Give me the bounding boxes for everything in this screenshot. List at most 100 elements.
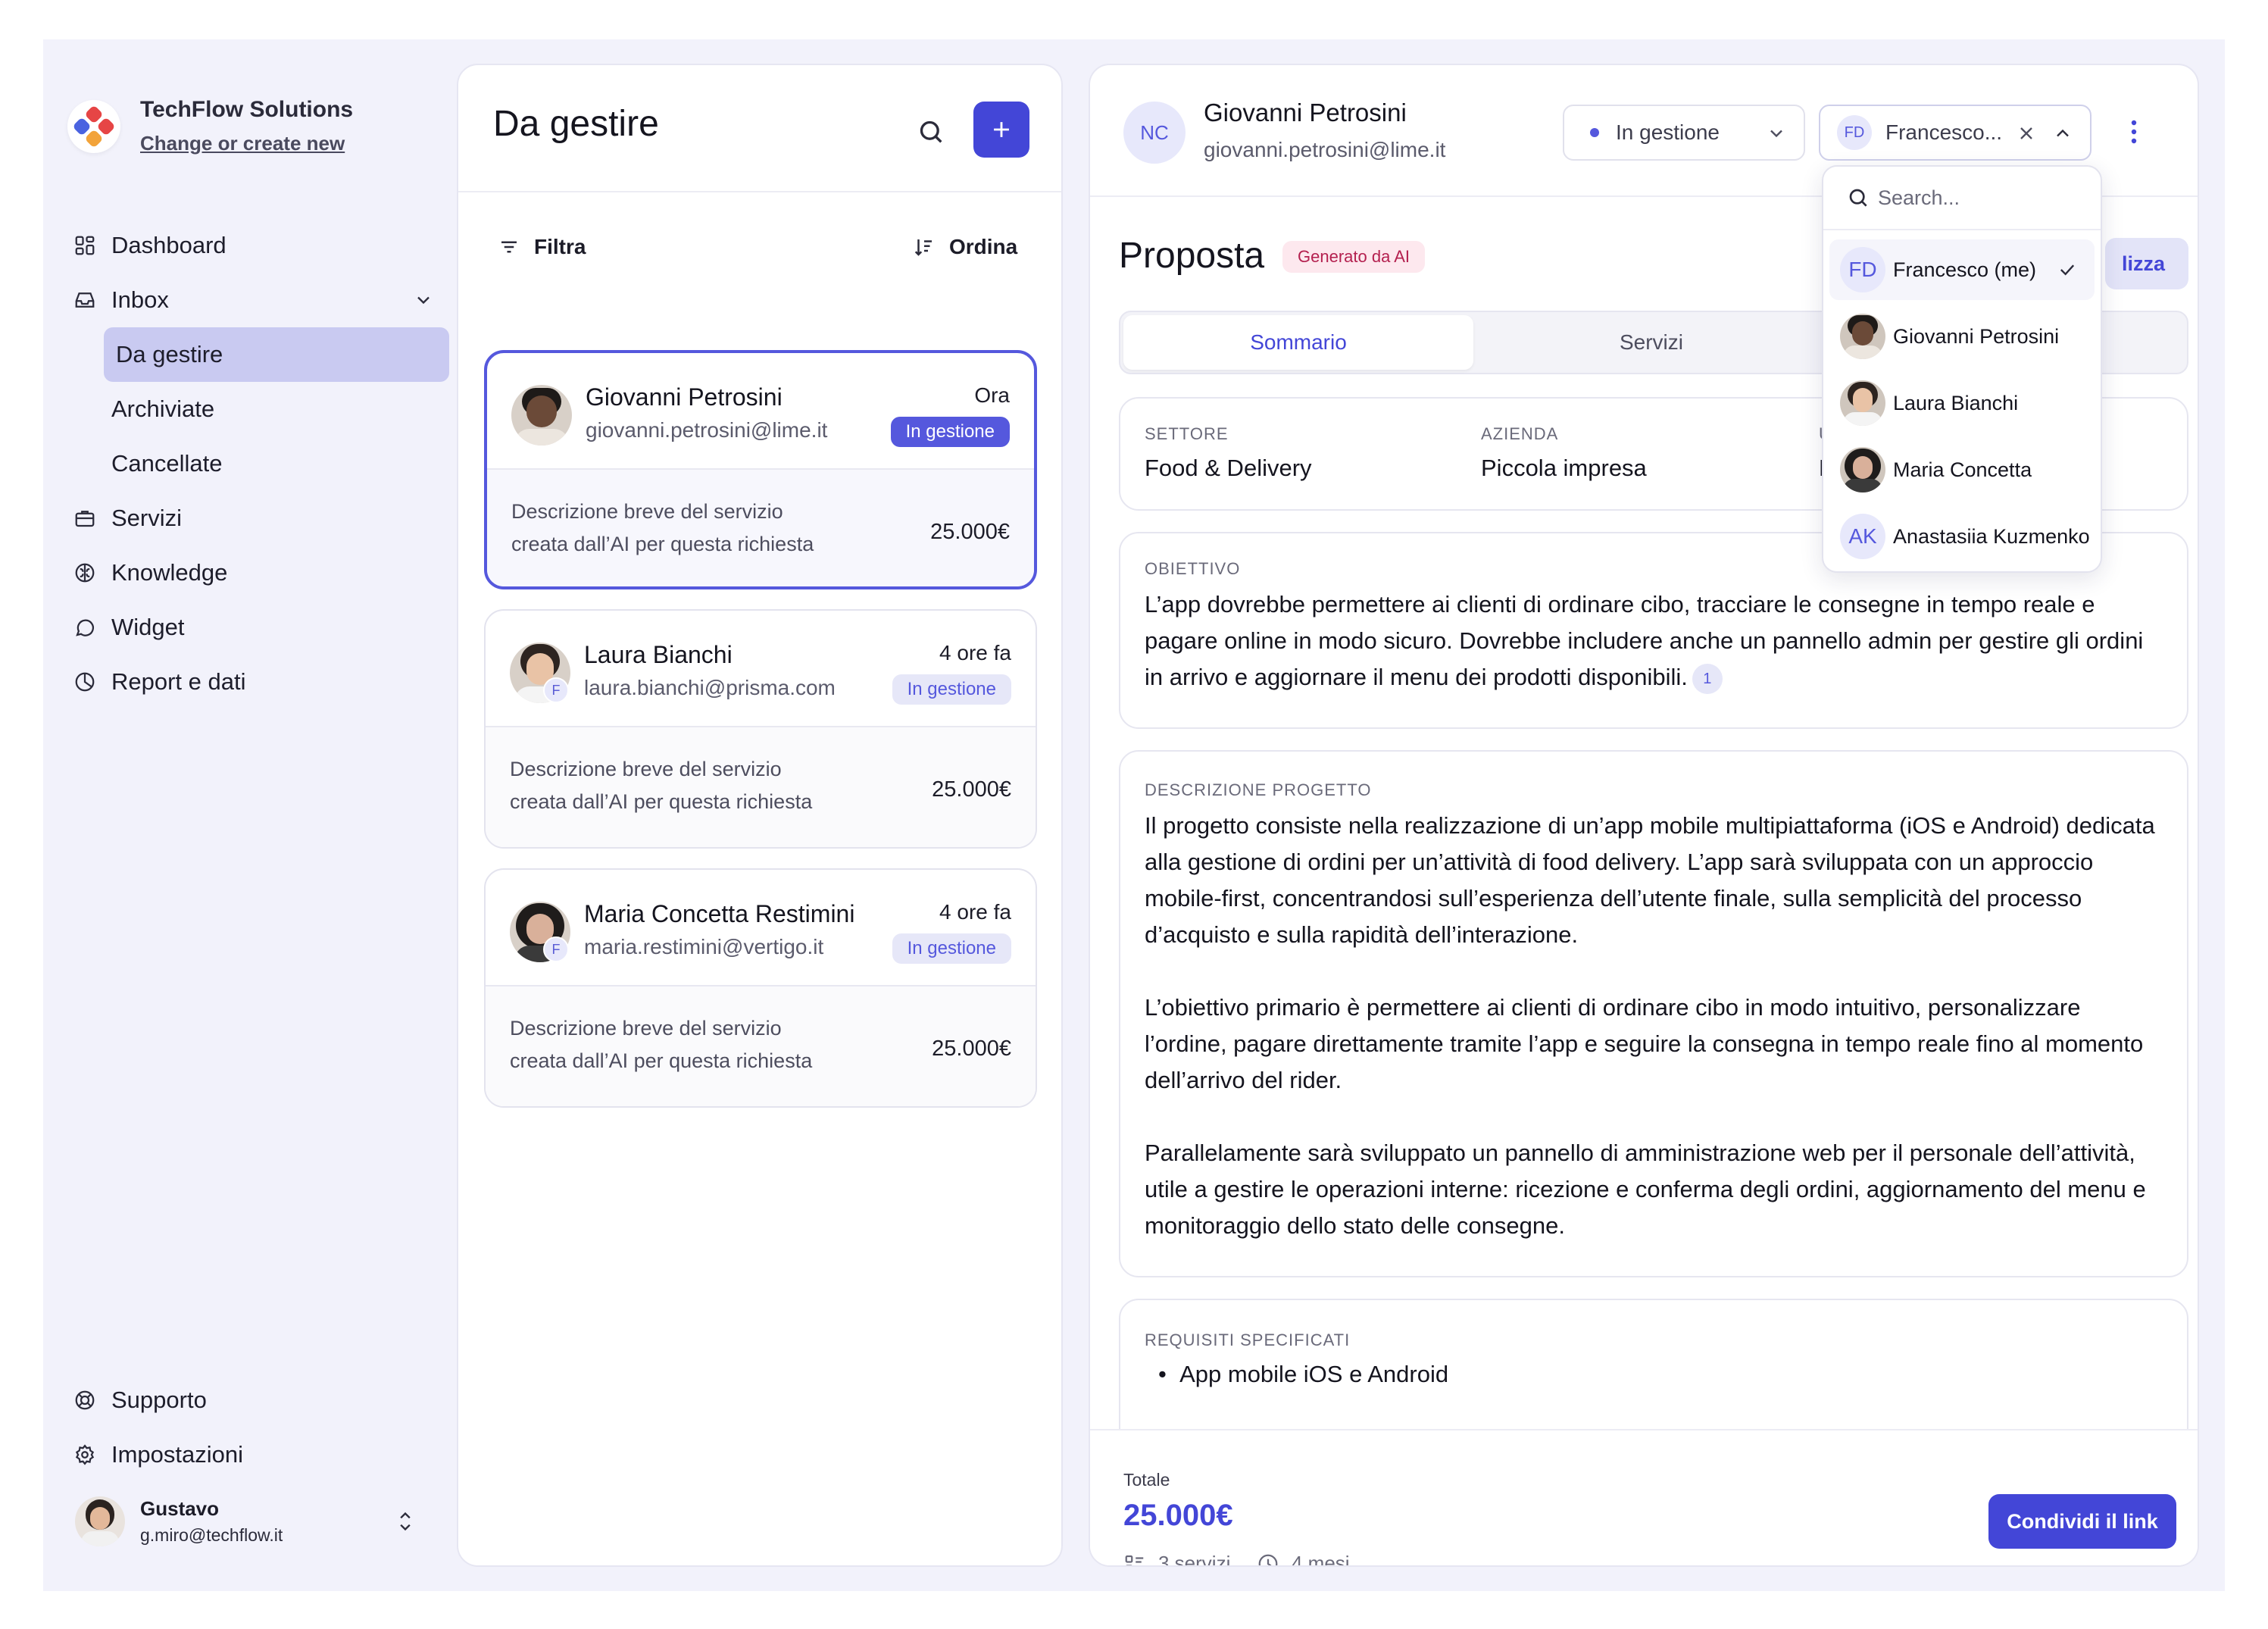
tab-servizi[interactable]: Servizi: [1476, 315, 1826, 370]
contact-name: Giovanni Petrosini: [586, 383, 783, 411]
avatar: [75, 1496, 125, 1546]
nav-servizi-label: Servizi: [111, 505, 183, 531]
close-icon[interactable]: [2016, 123, 2037, 144]
azienda-label: AZIENDA: [1481, 424, 1559, 443]
option-avatar: FD: [1840, 247, 1885, 292]
chevron-up-down-icon[interactable]: [395, 1508, 416, 1539]
contact-name: Maria Concetta Restimini: [584, 900, 855, 927]
proposal-footer: Totale 25.000€ 3 servizi 4 mesi Condivid…: [1090, 1429, 2198, 1567]
dropdown-search[interactable]: Search...: [1823, 167, 2101, 230]
dropdown-option[interactable]: Giovanni Petrosini: [1829, 306, 2095, 367]
secondary-nav: Supporto Impostazioni: [67, 1373, 449, 1482]
description-line: Descrizione breve del servizio: [510, 1017, 782, 1040]
dropdown-search-placeholder: Search...: [1878, 186, 1960, 209]
contact-email: giovanni.petrosini@lime.it: [1204, 138, 1446, 161]
app-window: TechFlow Solutions Change or create new …: [43, 39, 2225, 1591]
option-avatar: [1840, 314, 1885, 359]
sort-button[interactable]: Ordina: [913, 235, 1017, 259]
filter-label: Filtra: [534, 235, 586, 258]
inbox-icon: [72, 287, 98, 313]
description-line: creata dall’AI per questa richiesta: [511, 533, 814, 555]
share-link-button[interactable]: Condividi il link: [1988, 1494, 2176, 1549]
briefcase-icon: [72, 505, 98, 531]
search-icon[interactable]: [916, 117, 946, 147]
descrizione-paragraph: Parallelamente sarà sviluppato un pannel…: [1145, 1140, 2146, 1239]
descrizione-paragraph: Il progetto consiste nella realizzazione…: [1145, 812, 2155, 948]
services-count: 3 servizi: [1123, 1552, 1230, 1565]
timestamp: 4 ore fa: [939, 641, 1011, 664]
nav-widget-label: Widget: [111, 614, 185, 640]
status-select-value: In gestione: [1616, 120, 1720, 144]
dropdown-option[interactable]: Maria Concetta: [1829, 439, 2095, 500]
gear-icon: [72, 1442, 98, 1468]
more-vertical-icon[interactable]: [2129, 118, 2138, 149]
nav-knowledge[interactable]: Knowledge: [67, 546, 449, 600]
status-badge: In gestione: [892, 674, 1011, 705]
nav-sub-archiviate[interactable]: Archiviate: [67, 382, 449, 436]
request-card[interactable]: Giovanni Petrosini giovanni.petrosini@li…: [484, 350, 1037, 589]
chevron-up-icon[interactable]: [2052, 123, 2073, 144]
option-label: Giovanni Petrosini: [1893, 324, 2060, 348]
nav-dashboard[interactable]: Dashboard: [67, 218, 449, 273]
main-nav: Dashboard Inbox Da gestire Archiviate Ca…: [67, 218, 449, 709]
chevron-down-icon[interactable]: [413, 289, 434, 317]
dropdown-option[interactable]: FD Francesco (me): [1829, 239, 2095, 300]
requirement-text: App mobile iOS e Android: [1179, 1361, 1449, 1387]
pie-chart-icon: [72, 669, 98, 695]
dropdown-option[interactable]: Laura Bianchi: [1829, 373, 2095, 433]
ai-generated-badge: Generato da AI: [1282, 241, 1425, 273]
list-header: Da gestire: [458, 65, 1061, 192]
nav-widget[interactable]: Widget: [67, 600, 449, 655]
nav-inbox[interactable]: Inbox: [67, 273, 449, 327]
org-switcher[interactable]: TechFlow Solutions Change or create new: [67, 97, 353, 155]
description-line: Descrizione breve del servizio: [510, 758, 782, 780]
check-icon: [2060, 264, 2075, 276]
nav-report[interactable]: Report e dati: [67, 655, 449, 709]
nav-sub-da-gestire[interactable]: Da gestire: [104, 327, 449, 382]
assignee-select-value: Francesco...: [1885, 120, 2003, 144]
reference-badge[interactable]: 1: [1692, 663, 1723, 694]
lifebuoy-icon: [72, 1387, 98, 1413]
duration-label: 4 mesi: [1292, 1552, 1350, 1567]
filter-button[interactable]: Filtra: [498, 235, 586, 259]
finalize-button[interactable]: lizza: [2105, 238, 2188, 289]
request-card[interactable]: F Laura Bianchi laura.bianchi@prisma.com…: [484, 609, 1037, 849]
user-email: g.miro@techflow.it: [140, 1525, 283, 1545]
assignee-select[interactable]: FD Francesco...: [1819, 105, 2091, 161]
nav-servizi[interactable]: Servizi: [67, 491, 449, 546]
option-label: Anastasiia Kuzmenko: [1893, 524, 2090, 548]
change-org-link[interactable]: Change or create new: [140, 132, 353, 155]
nav-impostazioni[interactable]: Impostazioni: [67, 1427, 449, 1482]
user-name: Gustavo: [140, 1497, 220, 1520]
price: 25.000€: [930, 520, 1010, 544]
price: 25.000€: [932, 777, 1011, 802]
assignee-badge: F: [543, 677, 569, 703]
page-title: Da gestire: [493, 104, 659, 144]
project-description-card: DESCRIZIONE PROGETTO Il progetto consist…: [1119, 750, 2188, 1277]
contact-email: laura.bianchi@prisma.com: [584, 676, 836, 699]
clock-icon: [1258, 1554, 1278, 1565]
dropdown-option[interactable]: AK Anastasiia Kuzmenko: [1829, 506, 2095, 567]
tab-sommario[interactable]: Sommario: [1123, 315, 1473, 370]
org-name: TechFlow Solutions: [140, 97, 354, 122]
nav-supporto-label: Supporto: [111, 1387, 207, 1413]
descrizione-label: DESCRIZIONE PROGETTO: [1145, 780, 1372, 799]
timestamp: Ora: [974, 383, 1010, 407]
obiettivo-body: L’app dovrebbe permettere ai clienti di …: [1145, 591, 2144, 690]
add-button[interactable]: [973, 102, 1029, 158]
sort-icon: [914, 239, 932, 256]
nav-sub-cancellate[interactable]: Cancellate: [67, 436, 449, 491]
service-description: Descrizione breve del servizio creata da…: [510, 1012, 873, 1077]
plus-icon: [994, 122, 1009, 137]
org-logo-icon: [67, 99, 120, 153]
search-icon: [1849, 189, 1867, 207]
option-label: Laura Bianchi: [1893, 391, 2019, 414]
azienda-value: Piccola impresa: [1481, 455, 1647, 481]
requisiti-label: REQUISITI SPECIFICATI: [1145, 1330, 1351, 1349]
settore-label: SETTORE: [1145, 424, 1229, 443]
request-card[interactable]: F Maria Concetta Restimini maria.restimi…: [484, 868, 1037, 1108]
nav-supporto[interactable]: Supporto: [67, 1373, 449, 1427]
status-select[interactable]: In gestione: [1563, 105, 1805, 161]
contact-name: Giovanni Petrosini: [1204, 98, 1407, 127]
user-menu[interactable]: Gustavo g.miro@techflow.it: [75, 1491, 431, 1552]
